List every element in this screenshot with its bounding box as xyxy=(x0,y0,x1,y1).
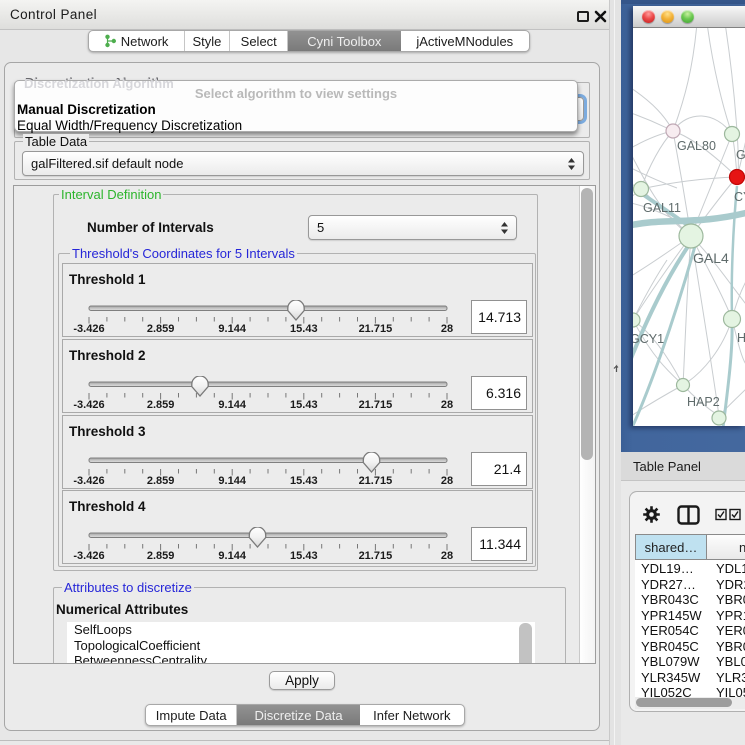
svg-text:21.715: 21.715 xyxy=(359,399,393,411)
svg-text:-3.426: -3.426 xyxy=(73,475,104,487)
svg-text:28: 28 xyxy=(441,475,453,487)
svg-text:21.715: 21.715 xyxy=(359,475,393,487)
svg-text:GAL11: GAL11 xyxy=(643,201,681,215)
svg-text:15.43: 15.43 xyxy=(290,399,318,411)
svg-text:GAL7: GAL7 xyxy=(736,148,745,162)
svg-text:HIS4: HIS4 xyxy=(737,331,745,345)
svg-text:-3.426: -3.426 xyxy=(73,550,104,562)
svg-text:2.859: 2.859 xyxy=(147,550,175,562)
svg-text:2.859: 2.859 xyxy=(147,399,175,411)
svg-text:2.859: 2.859 xyxy=(147,323,175,335)
svg-text:15.43: 15.43 xyxy=(290,323,318,335)
svg-text:9.144: 9.144 xyxy=(218,550,246,562)
svg-text:-3.426: -3.426 xyxy=(73,399,104,411)
svg-text:28: 28 xyxy=(441,323,453,335)
svg-text:9.144: 9.144 xyxy=(218,323,246,335)
svg-text:GAL4: GAL4 xyxy=(693,250,729,266)
svg-text:15.43: 15.43 xyxy=(290,550,318,562)
svg-text:GCY1: GCY1 xyxy=(633,332,664,346)
svg-text:2.859: 2.859 xyxy=(147,475,175,487)
svg-text:9.144: 9.144 xyxy=(218,475,246,487)
svg-text:CYC: CYC xyxy=(734,190,745,204)
svg-text:15.43: 15.43 xyxy=(290,475,318,487)
svg-text:21.715: 21.715 xyxy=(359,323,393,335)
svg-text:HAP2: HAP2 xyxy=(687,395,720,409)
svg-text:28: 28 xyxy=(441,399,453,411)
svg-text:-3.426: -3.426 xyxy=(73,323,104,335)
svg-text:9.144: 9.144 xyxy=(218,399,246,411)
svg-text:21.715: 21.715 xyxy=(359,550,393,562)
svg-text:28: 28 xyxy=(441,550,453,562)
svg-text:GAL80: GAL80 xyxy=(677,139,716,153)
